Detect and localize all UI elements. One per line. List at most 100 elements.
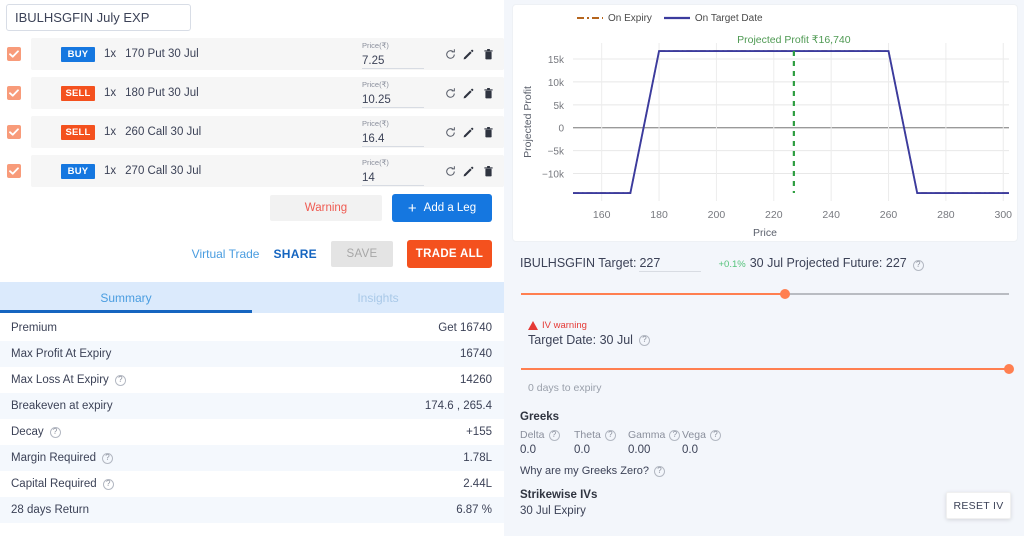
refresh-price-icon[interactable] (445, 47, 456, 65)
target-date-row: Target Date: 30 Jul ? (528, 333, 1010, 347)
refresh-price-icon[interactable] (445, 86, 456, 104)
add-leg-button[interactable]: + Add a Leg (392, 194, 492, 222)
strategy-name-input[interactable] (6, 4, 191, 31)
greek-help-icon[interactable]: ? (669, 429, 681, 441)
check-icon (9, 128, 19, 136)
leg-quantity: 1x (104, 87, 117, 99)
share-button[interactable]: SHARE (273, 247, 317, 261)
refresh-price-icon[interactable] (445, 125, 456, 143)
target-price-input[interactable] (639, 256, 702, 272)
save-button[interactable]: SAVE (331, 241, 393, 267)
date-slider-thumb[interactable] (1004, 364, 1014, 374)
reset-iv-button[interactable]: RESET IV (946, 492, 1011, 519)
iv-warning[interactable]: IV warning (528, 320, 1010, 331)
summary-help-icon[interactable]: ? (49, 426, 61, 438)
summary-insights-tabs: Summary Insights (0, 282, 504, 313)
summary-row-label: Margin Required? (11, 452, 114, 464)
days-to-expiry-label: 0 days to expiry (528, 382, 602, 394)
chart-x-tick-label: 160 (593, 209, 611, 221)
tab-insights[interactable]: Insights (252, 282, 504, 313)
summary-help-icon[interactable]: ? (102, 478, 114, 490)
chart-y-tick-label: 0 (558, 124, 564, 135)
strategy-name-container (0, 0, 504, 31)
legs-list: BUY 1x 170 Put 30 Jul Price(₹) SELL 1x 180 Put… (0, 38, 504, 187)
leg-row: SELL 1x 180 Put 30 Jul Price(₹) (0, 77, 504, 109)
greek-value: 0.0 (682, 444, 698, 456)
target-date-slider[interactable] (521, 363, 1014, 375)
leg-quantity: 1x (104, 126, 117, 138)
leg-price-input[interactable] (362, 55, 424, 69)
delete-leg-icon[interactable] (484, 125, 493, 143)
leg-side-badge[interactable]: BUY (61, 46, 95, 62)
right-panel: On Expiry On Target Date −10k −5k 0 5k 10k 15… (504, 0, 1024, 536)
chart-series-line (573, 50, 1009, 194)
legend-label-on-target-date: On Target Date (694, 12, 763, 24)
tab-summary[interactable]: Summary (0, 282, 252, 313)
cta-row: Virtual Trade SHARE SAVE TRADE ALL (0, 240, 504, 268)
leg-price-input[interactable] (362, 94, 424, 108)
greek-name: Gamma? (628, 429, 682, 441)
leg-body: BUY 1x 270 Call 30 Jul Price(₹) (31, 155, 504, 187)
warning-button[interactable]: Warning (270, 195, 382, 221)
leg-side-badge[interactable]: SELL (61, 124, 95, 140)
payoff-chart-card: On Expiry On Target Date −10k −5k 0 5k 10k 15… (512, 4, 1018, 242)
delete-leg-icon[interactable] (484, 164, 493, 182)
greek-help-icon[interactable]: ? (604, 429, 616, 441)
legend-label-on-expiry: On Expiry (608, 12, 652, 24)
summary-help-icon[interactable]: ? (114, 374, 126, 386)
summary-row-value: 1.78L (463, 452, 492, 464)
summary-row-label: Decay? (11, 426, 61, 438)
target-date-help-icon[interactable]: ? (638, 334, 650, 346)
leg-body: SELL 1x 260 Call 30 Jul Price(₹) (31, 116, 504, 148)
chart-legend: On Expiry On Target Date (517, 9, 1009, 27)
legend-item-on-target-date[interactable]: On Target Date (663, 12, 763, 24)
plus-icon: + (407, 199, 417, 217)
leg-side-badge[interactable]: SELL (61, 85, 95, 101)
leg-checkbox[interactable] (7, 86, 21, 100)
leg-row: SELL 1x 260 Call 30 Jul Price(₹) (0, 116, 504, 148)
price-slider-thumb[interactable] (779, 289, 790, 299)
summary-row-label: Breakeven at expiry (11, 400, 113, 412)
dash-dot-line-icon (577, 17, 603, 19)
leg-row: BUY 1x 170 Put 30 Jul Price(₹) (0, 38, 504, 70)
edit-leg-icon[interactable] (463, 125, 474, 143)
target-date-label: Target Date: 30 Jul (528, 333, 633, 347)
chart-x-tick-label: 240 (822, 209, 840, 221)
leg-checkbox[interactable] (7, 164, 21, 178)
target-prefix-label: IBULHSGFIN Target: (520, 256, 637, 270)
greek-help-icon[interactable]: ? (709, 429, 721, 441)
chart-x-tick-label: 220 (765, 209, 783, 221)
leg-side-badge[interactable]: BUY (61, 163, 95, 179)
why-greeks-zero-link[interactable]: Why are my Greeks Zero? ? (520, 465, 1018, 477)
summary-row: Margin Required? 1.78L (0, 445, 504, 471)
edit-leg-icon[interactable] (463, 47, 474, 65)
add-leg-label: Add a Leg (423, 202, 477, 214)
why-greeks-zero-help-icon[interactable]: ? (653, 465, 665, 477)
delete-leg-icon[interactable] (484, 47, 493, 65)
refresh-price-icon[interactable] (445, 164, 456, 182)
trade-all-button[interactable]: TRADE ALL (407, 240, 492, 268)
chart-x-tick-label: 180 (650, 209, 668, 221)
leg-checkbox[interactable] (7, 125, 21, 139)
target-price-slider[interactable] (521, 288, 1009, 300)
leg-row: BUY 1x 270 Call 30 Jul Price(₹) (0, 155, 504, 187)
leg-price-input[interactable] (362, 172, 424, 186)
summary-row-label: 28 days Return (11, 504, 89, 516)
edit-leg-icon[interactable] (463, 86, 474, 104)
leg-checkbox[interactable] (7, 47, 21, 61)
leg-price-input[interactable] (362, 133, 424, 147)
chart-y-tick-label: −10k (542, 170, 565, 181)
virtual-trade-link[interactable]: Virtual Trade (192, 247, 260, 261)
edit-leg-icon[interactable] (463, 164, 474, 182)
greek-help-icon[interactable]: ? (548, 429, 560, 441)
leg-price-label: Price(₹) (362, 80, 389, 89)
projected-future-help-icon[interactable]: ? (912, 259, 924, 271)
legend-item-on-expiry[interactable]: On Expiry (577, 13, 652, 24)
target-controls: IBULHSGFIN Target: +0.1% 30 Jul Projecte… (512, 242, 1018, 394)
leg-price-label: Price(₹) (362, 158, 389, 167)
greek-cell: Theta? 0.0 (574, 429, 628, 456)
greek-value: 0.00 (628, 444, 651, 456)
delete-leg-icon[interactable] (484, 86, 493, 104)
strikewise-expiry-label: 30 Jul Expiry (520, 505, 586, 517)
summary-help-icon[interactable]: ? (102, 452, 114, 464)
